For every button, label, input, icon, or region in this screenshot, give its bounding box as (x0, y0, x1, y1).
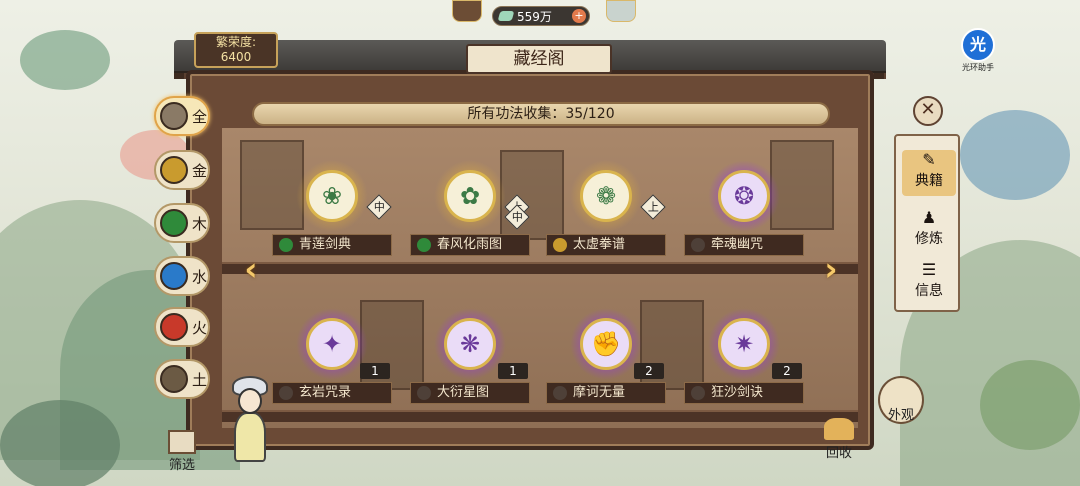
recycle-button[interactable]: 回收 (814, 418, 864, 462)
metal-icon (553, 238, 567, 252)
skill-orb-icon: ✦ (306, 318, 358, 370)
element-tab-label: 金 (192, 161, 208, 180)
element-tab[interactable]: 全 (154, 96, 210, 136)
skill-card[interactable]: ✿上中春风化雨图 (410, 160, 530, 280)
skill-name: 春风化雨图 (437, 237, 503, 252)
side-tab-panel: ✎ 典籍 ♟ 修炼 ☰ 信息 (894, 134, 960, 312)
skill-count-badge: 1 (498, 363, 528, 379)
skill-card[interactable]: ❀ 中青莲剑典 (272, 160, 392, 280)
element-tab-label: 全 (192, 107, 208, 126)
element-tab-label: 火 (192, 318, 208, 337)
tab-info[interactable]: ☰ 信息 (902, 260, 956, 306)
skill-name-bar: 牵魂幽咒 (684, 234, 804, 256)
character-avatar (222, 372, 278, 468)
element-tab[interactable]: 火 (154, 307, 210, 347)
tab-classics[interactable]: ✎ 典籍 (902, 150, 956, 196)
top-menu-icon[interactable] (606, 0, 636, 22)
meditate-icon: ♟ (921, 208, 937, 227)
appearance-button[interactable]: 外观 (878, 376, 924, 424)
skill-name: 玄岩咒录 (299, 385, 352, 400)
water-icon (160, 262, 188, 290)
skill-orb-icon: ❁ (580, 170, 632, 222)
skill-orb-icon: ✷ (718, 318, 770, 370)
skill-card[interactable]: ✊ 2 摩诃无量 (546, 308, 666, 428)
earth-icon (691, 238, 705, 252)
skill-orb-icon: ✿ (444, 170, 496, 222)
earth-icon (160, 365, 188, 393)
skill-card[interactable]: ✷ 2 狂沙剑诀 (684, 308, 804, 428)
recycle-icon (824, 418, 854, 440)
skill-count-badge: 2 (634, 363, 664, 379)
element-tab[interactable]: 木 (154, 203, 210, 243)
element-tab-label: 水 (192, 267, 208, 286)
prev-page-arrow[interactable]: ‹ (238, 252, 264, 286)
skill-count-badge: 1 (360, 363, 390, 379)
skill-name: 大衍星图 (437, 385, 490, 400)
grade-tag: 上 (640, 194, 666, 220)
skill-card[interactable]: ❁ 上太虚拳谱 (546, 160, 666, 280)
currency-amount: 559万 (517, 9, 552, 24)
helper-app-badge[interactable]: 光 光环助手 (955, 28, 1001, 72)
tab-label: 修炼 (915, 231, 943, 247)
element-tab[interactable]: 水 (154, 256, 210, 296)
wood-icon (417, 238, 431, 252)
page-title: 藏经阁 (466, 44, 612, 74)
skill-card[interactable]: ❂ 牵魂幽咒 (684, 160, 804, 280)
all-elements-icon (160, 102, 188, 130)
next-page-arrow[interactable]: › (818, 252, 844, 286)
skill-name-bar: 狂沙剑诀 (684, 382, 804, 404)
skill-name-bar: 太虚拳谱 (546, 234, 666, 256)
skill-orb-icon: ❂ (718, 170, 770, 222)
earth-icon (691, 386, 705, 400)
prosperity-box: 繁荣度: 6400 (194, 32, 278, 68)
prosperity-value: 6400 (220, 50, 252, 64)
metal-icon (160, 156, 188, 184)
skill-orb-icon: ✊ (580, 318, 632, 370)
filter-icon (168, 430, 196, 454)
element-tab-label: 木 (192, 214, 208, 233)
wood-icon (279, 238, 293, 252)
element-tab-label: 土 (192, 370, 208, 389)
helper-caption: 光环助手 (962, 63, 994, 72)
earth-icon (553, 386, 567, 400)
skill-name-bar: 大衍星图 (410, 382, 530, 404)
skill-name: 牵魂幽咒 (711, 237, 764, 252)
skill-name-bar: 春风化雨图 (410, 234, 530, 256)
element-tab[interactable]: 金 (154, 150, 210, 190)
skill-orb-icon: ❀ (306, 170, 358, 222)
skill-name-bar: 摩诃无量 (546, 382, 666, 404)
skill-name-bar: 青莲剑典 (272, 234, 392, 256)
prosperity-label: 繁荣度: (215, 35, 257, 49)
skill-name: 摩诃无量 (573, 385, 626, 400)
filter-button[interactable]: 筛选 (162, 430, 202, 473)
helper-glyph: 光 (961, 28, 995, 62)
tab-label: 典籍 (915, 173, 943, 189)
earth-icon (417, 386, 431, 400)
close-button[interactable]: ✕ (913, 96, 943, 126)
skill-count-badge: 2 (772, 363, 802, 379)
earth-icon (279, 386, 293, 400)
filter-label: 筛选 (168, 458, 195, 473)
fire-icon (160, 313, 188, 341)
tab-cultivate[interactable]: ♟ 修炼 (902, 208, 956, 254)
add-currency-button[interactable]: + (572, 9, 586, 23)
skill-name-bar: 玄岩咒录 (272, 382, 392, 404)
skill-orb-icon: ❋ (444, 318, 496, 370)
top-menu-icon[interactable] (452, 0, 482, 22)
skill-card[interactable]: ❋ 1 大衍星图 (410, 308, 530, 428)
recycle-label: 回收 (825, 446, 852, 461)
book-icon: ✎ (922, 150, 936, 169)
skill-name: 狂沙剑诀 (711, 385, 764, 400)
skill-card[interactable]: ✦ 1 玄岩咒录 (272, 308, 392, 428)
grade-tag: 中 (366, 194, 392, 220)
skill-name: 青莲剑典 (299, 237, 352, 252)
scroll-icon: ☰ (921, 260, 937, 279)
tab-label: 信息 (915, 283, 943, 299)
collection-banner: 所有功法收集：35/120 (252, 102, 830, 126)
element-tab[interactable]: 土 (154, 359, 210, 399)
wood-icon (160, 209, 188, 237)
currency-bar: 559万 + (492, 6, 590, 26)
jade-currency-icon (497, 11, 515, 21)
skill-name: 太虚拳谱 (573, 237, 626, 252)
